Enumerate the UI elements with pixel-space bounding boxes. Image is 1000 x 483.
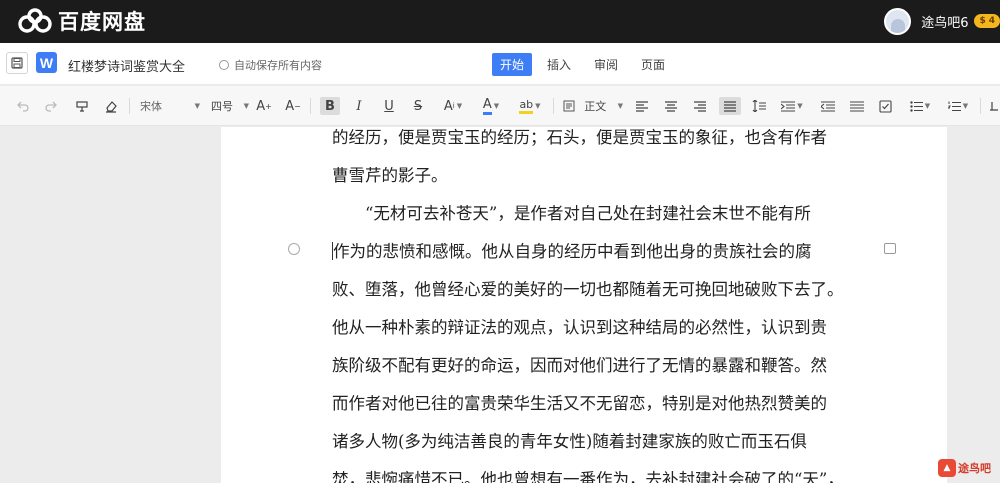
chevron-down-icon: ▼ [194,102,200,110]
font-family-value: 宋体 [140,100,162,113]
font-grow-icon[interactable]: A + [255,97,273,115]
document-body[interactable]: 的经历，便是贾宝玉的经历；石头，便是贾宝玉的象征，也含有作者 曹雪芹的影子。 “… [332,127,844,483]
superscript-icon[interactable]: Ai ▼ [440,97,466,115]
text-line: 他从一种朴素的辩证法的观点，认识到这种结局的必然性，认识到贵 [332,318,827,337]
autosave-check-icon [219,60,229,70]
font-family-select[interactable]: 宋体 ▼ [140,97,200,115]
italic-icon[interactable]: I [350,97,368,115]
chevron-down-icon: ▼ [617,102,623,110]
document-canvas: 的经历，便是贾宝玉的经历；石头，便是贾宝玉的象征，也含有作者 曹雪芹的影子。 “… [0,127,1000,483]
ribbon-tabs: 开始 插入 审阅 页面 [492,53,680,76]
paragraph-icon [563,100,575,112]
text-line: 曹雪芹的影子。 [332,166,448,185]
document-header: W 红楼梦诗词鉴赏大全 自动保存所有内容 开始 插入 审阅 页面 [0,43,1000,85]
chevron-down-icon: ▼ [243,102,249,110]
bullet-list-icon[interactable]: ▼ [907,97,933,115]
document-title[interactable]: 红楼梦诗词鉴赏大全 [68,56,185,75]
align-center-icon[interactable] [663,97,679,115]
format-painter-icon[interactable] [73,97,91,115]
autosave-status: 自动保存所有内容 [219,57,322,73]
bold-icon[interactable]: B [320,97,340,115]
vip-level: 4 [988,16,995,26]
paragraph-style-select[interactable]: 正文 ▼ [563,97,623,115]
save-icon [11,57,23,69]
text-line: 族阶级不配有更好的命运，因而对他们进行了无情的暴露和鞭答。然 [332,356,827,375]
decrease-indent-icon[interactable] [849,97,865,115]
document-page[interactable]: 的经历，便是贾宝玉的经历；石头，便是贾宝玉的象征，也含有作者 曹雪芹的影子。 “… [221,127,947,483]
formatting-toolbar: 宋体 ▼ 四号 ▼ A + A − B I U S Ai ▼ A ▼ ab ▼ 正文 ▼ … [0,86,1000,126]
watermark-logo-icon: ▲ [938,459,956,477]
font-color-icon[interactable]: A ▼ [478,97,504,115]
tab-review[interactable]: 审阅 [586,53,626,76]
justify-icon[interactable] [719,97,741,115]
cloud-logo-icon [18,8,52,33]
save-button[interactable] [6,52,28,74]
align-right-icon[interactable] [692,97,708,115]
app-topbar: 百度网盘 途鸟吧6 $ 4 [0,0,1000,43]
font-size-select[interactable]: 四号 ▼ [211,97,249,115]
redo-icon[interactable] [42,97,60,115]
undo-icon[interactable] [14,97,32,115]
site-watermark: ▲ 途鸟吧 [938,457,996,479]
add-comment-icon[interactable] [884,243,896,254]
user-menu[interactable]: 途鸟吧6 $ 4 [884,3,1000,39]
font-shrink-icon[interactable]: A − [284,97,302,115]
app-name: 百度网盘 [58,10,146,34]
paragraph-handle-icon[interactable] [288,243,300,255]
text-line: 而作者对他已往的富贵荣华生活又不无留恋，特别是对他热烈赞美的 [332,394,827,413]
tab-page[interactable]: 页面 [633,53,673,76]
text-line: 焚，悲惋痛惜不已。他也曾想有一番作为，去补封建社会破了的“天”， [332,470,844,483]
clear-format-icon[interactable] [102,97,120,115]
tab-insert[interactable]: 插入 [539,53,579,76]
text-line: 败、堕落，他曾经心爱的美好的一切也都随着无可挽回地破败下去了。 [332,280,844,299]
paragraph-style-value: 正文 [584,100,607,113]
vip-badge[interactable]: $ 4 [974,14,1000,28]
tab-start[interactable]: 开始 [492,53,533,76]
numbered-list-icon[interactable]: ▼ [945,97,971,115]
autosave-text: 自动保存所有内容 [234,59,322,72]
font-size-value: 四号 [211,100,233,113]
username[interactable]: 途鸟吧6 [921,12,968,31]
avatar[interactable] [884,7,912,35]
text-line: 诸多人物(多为纯洁善良的青年女性)随着封建家族的败亡而玉石俱 [332,432,807,451]
align-left-icon[interactable] [634,97,650,115]
outdent-icon[interactable] [820,97,836,115]
indent-icon[interactable]: ▼ [778,97,806,115]
doc-type-icon: W [36,52,57,73]
vip-icon: $ [979,16,986,26]
text-line-with-cursor: 作为的悲愤和感慨。他从自身的经历中看到他出身的贵族社会的腐 [332,233,838,271]
strikethrough-icon[interactable]: S [409,97,427,115]
line-spacing-icon[interactable] [751,97,767,115]
checkbox-icon[interactable] [877,97,893,115]
baidu-netdisk-logo[interactable]: 百度网盘 [18,6,146,36]
highlight-icon[interactable]: ab ▼ [515,97,545,115]
text-line: “无材可去补苍天”，是作者对自己处在封建社会末世不能有所 [332,204,811,223]
text-line: 的经历，便是贾宝玉的经历；石头，便是贾宝玉的象征，也含有作者 [332,128,827,147]
underline-icon[interactable]: U [380,97,398,115]
watermark-text: 途鸟吧 [958,462,991,475]
more-tools-icon[interactable] [988,97,1000,115]
text-line: 作为的悲愤和感慨。他从自身的经历中看到他出身的贵族社会的腐 [333,242,812,261]
